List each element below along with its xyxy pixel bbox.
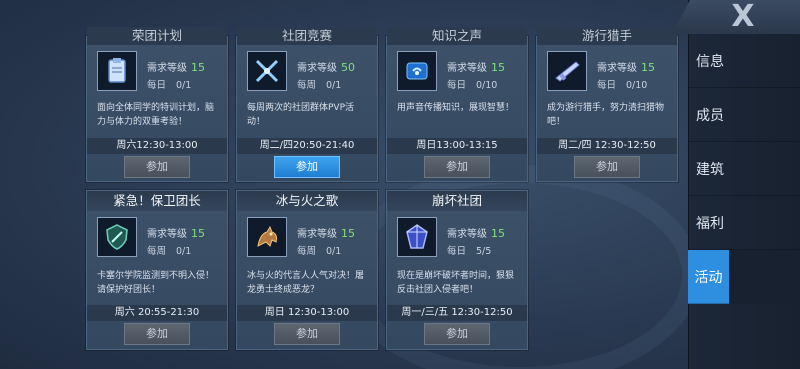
count-label: 每周 [297,80,317,91]
card-description: 卡塞尔学院监测到不明入侵！请保护好团长！ [97,271,215,295]
card-title: 冰与火之歌 [237,191,377,211]
count-label: 每日 [597,80,617,91]
join-button[interactable]: 参加 [124,323,190,345]
nav-item-buildings[interactable]: 建筑 [688,142,800,196]
schedule-time: 周六12:30-13:00 [87,138,227,154]
nav-spacer [729,250,800,304]
schedule-time: 周二/四20:50-21:40 [237,138,377,154]
join-button[interactable]: 参加 [424,156,490,178]
count-value: 0/10 [476,80,498,91]
count-label: 每周 [297,246,317,257]
level-value: 15 [491,61,505,74]
card-description: 成为游行猎手，努力清扫猎物吧！ [547,103,665,127]
schedule-time: 周一/三/五 12:30-12:50 [387,305,527,321]
count-label: 每日 [447,246,467,257]
schedule-time: 周六 20:55-21:30 [87,305,227,321]
count-value: 0/1 [326,80,342,91]
join-button[interactable]: 参加 [274,323,340,345]
nav-item-info[interactable]: 信息 [688,34,800,88]
card-title: 知识之声 [387,27,527,45]
level-value: 15 [341,227,355,240]
req-label: 需求等级 [447,63,487,74]
clipboard-icon [97,51,137,91]
req-label: 需求等级 [297,229,337,240]
req-label: 需求等级 [147,229,187,240]
nav-item-activities[interactable]: 活动 [688,250,729,304]
req-label: 需求等级 [597,63,637,74]
req-label: 需求等级 [297,63,337,74]
schedule-time: 周日 12:30-13:00 [237,305,377,321]
activity-card-honkai: 崩坏社团 需求等级 15 每日 5/5 现在是崩坏破坏者时间，狠狠反击社团入侵者吧！… [386,190,528,350]
crossed-swords-icon [247,51,287,91]
req-label: 需求等级 [147,63,187,74]
card-description: 面向全体同学的特训计划，脑力与体力的双重考验！ [97,103,215,127]
level-value: 15 [191,227,205,240]
activity-card-protect-leader: 紧急！保卫团长 需求等级 15 每周 0/1 卡塞尔学院监测到不明入侵！请保护好团长… [86,190,228,350]
broadcast-icon [397,51,437,91]
activity-card-contest: 社团竞赛 需求等级 50 每周 0/1 每周两次的社团群体PVP活动！ 周二/四20… [236,27,378,182]
count-label: 每周 [147,246,167,257]
count-value: 0/1 [176,246,192,257]
level-value: 15 [491,227,505,240]
count-value: 0/1 [176,80,192,91]
card-description: 每周两次的社团群体PVP活动！ [247,103,355,127]
activity-card-ice-fire: 冰与火之歌 需求等级 15 每周 0/1 冰与火的代言人人气对决！屠龙勇士终成恶龙？… [236,190,378,350]
level-value: 50 [341,61,355,74]
card-title: 荣团计划 [87,27,227,45]
card-title: 社团竞赛 [237,27,377,45]
close-icon: X [731,0,755,34]
join-button[interactable]: 参加 [424,323,490,345]
join-button[interactable]: 参加 [574,156,640,178]
req-label: 需求等级 [447,229,487,240]
rifle-icon [547,51,587,91]
nav-item-welfare[interactable]: 福利 [688,196,800,250]
card-description: 冰与火的代言人人气对决！屠龙勇士终成恶龙？ [247,271,365,295]
level-value: 15 [191,61,205,74]
count-label: 每日 [147,80,167,91]
card-title: 崩坏社团 [387,191,527,211]
schedule-time: 周二/四 12:30-12:50 [537,138,677,154]
count-label: 每日 [447,80,467,91]
close-button[interactable]: X [672,0,800,34]
activity-card-hunter: 游行猎手 需求等级 15 每日 0/10 成为游行猎手，努力清扫猎物吧！ 周二/四 … [536,27,678,182]
count-value: 5/5 [476,246,492,257]
shield-emblem-icon [97,217,137,257]
count-value: 0/1 [326,246,342,257]
count-value: 0/10 [626,80,648,91]
join-button[interactable]: 参加 [274,156,340,178]
nav-item-members[interactable]: 成员 [688,88,800,142]
activity-card-knowledge: 知识之声 需求等级 15 每日 0/10 用声音传播知识，展现智慧！ 周日13:00… [386,27,528,182]
card-title: 游行猎手 [537,27,677,45]
schedule-time: 周日13:00-13:15 [387,138,527,154]
join-button[interactable]: 参加 [124,156,190,178]
card-description: 现在是崩坏破坏者时间，狠狠反击社团入侵者吧！ [397,271,515,295]
dragon-icon [247,217,287,257]
level-value: 15 [641,61,655,74]
activity-card-plan: 荣团计划 需求等级 15 每日 0/1 面向全体同学的特训计划，脑力与体力的双重考验… [86,27,228,182]
card-title: 紧急！保卫团长 [87,191,227,211]
broken-crystal-icon [397,217,437,257]
card-description: 用声音传播知识，展现智慧！ [397,103,515,113]
